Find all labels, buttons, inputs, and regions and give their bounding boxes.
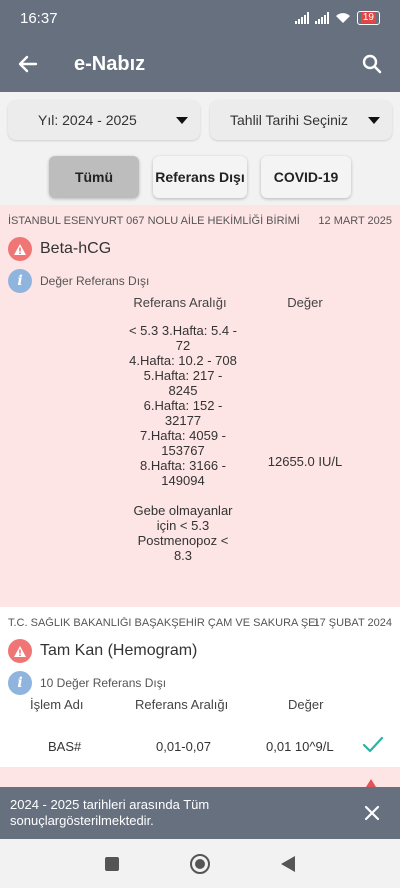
institution-name: T.C. SAĞLIK BAKANLIĞI BAŞAKŞEHİR ÇAM VE … xyxy=(8,617,318,629)
signal-icon-2 xyxy=(314,12,329,24)
search-icon xyxy=(362,54,382,74)
search-button[interactable] xyxy=(344,36,400,92)
col-test-name: İşlem Adı xyxy=(30,697,84,712)
close-icon xyxy=(364,805,380,821)
year-select[interactable]: Yıl: 2024 - 2025 xyxy=(8,100,200,140)
result-date: 12 MART 2025 xyxy=(318,215,392,227)
test-name: Tam Kan (Hemogram) xyxy=(40,642,198,659)
system-nav-bar xyxy=(0,839,400,888)
warning-icon xyxy=(8,237,32,261)
info-icon: i xyxy=(8,269,32,293)
check-icon xyxy=(362,736,384,753)
row-value: 0,01 10^9/L xyxy=(266,739,334,754)
test-name: Beta-hCG xyxy=(40,240,112,257)
battery-icon: 19 xyxy=(356,11,380,25)
info-text: Değer Referans Dışı xyxy=(40,274,150,288)
institution-name: İSTANBUL ESENYURT 067 NOLU AİLE HEKİMLİĞ… xyxy=(8,215,300,227)
info-row: i Değer Referans Dışı xyxy=(0,261,400,293)
result-card[interactable]: İSTANBUL ESENYURT 067 NOLU AİLE HEKİMLİĞ… xyxy=(0,205,400,607)
warning-icon xyxy=(8,639,32,663)
date-select-value: Tahlil Tarihi Seçiniz xyxy=(230,112,349,128)
status-time: 16:37 xyxy=(20,9,58,27)
app-bar: e-Nabız xyxy=(0,36,400,92)
col-value: Değer xyxy=(288,697,324,712)
page-title: e-Nabız xyxy=(74,52,146,75)
test-title: Tam Kan (Hemogram) xyxy=(0,629,400,663)
col-reference-range: Referans Aralığı xyxy=(135,697,229,712)
filter-chips: Tümü Referans Dışı COVID-19 xyxy=(0,156,400,198)
test-title: Beta-hCG xyxy=(0,227,400,261)
battery-level: 19 xyxy=(360,12,376,23)
date-select[interactable]: Tahlil Tarihi Seçiniz xyxy=(210,100,392,140)
home-button[interactable] xyxy=(189,853,211,875)
wifi-icon xyxy=(335,13,350,23)
next-result-card[interactable] xyxy=(0,767,400,787)
info-row: i 10 Değer Referans Dışı xyxy=(0,663,400,695)
col-reference-range: Referans Aralığı xyxy=(133,295,227,310)
result-card[interactable]: T.C. SAĞLIK BAKANLIĞI BAŞAKŞEHİR ÇAM VE … xyxy=(0,607,400,727)
result-value: 12655.0 IU/L xyxy=(267,454,343,469)
snackbar: 2024 - 2025 tarihleri arasında Tüm sonuç… xyxy=(0,787,400,839)
arrow-left-icon xyxy=(18,55,38,73)
year-select-value: Yıl: 2024 - 2025 xyxy=(38,112,137,128)
snackbar-message: 2024 - 2025 tarihleri arasında Tüm sonuç… xyxy=(10,797,210,828)
chip-all[interactable]: Tümü xyxy=(49,156,139,198)
back-nav-button[interactable] xyxy=(280,855,296,873)
back-button[interactable] xyxy=(0,36,56,92)
row-name: BAS# xyxy=(48,739,82,754)
caret-down-icon xyxy=(368,116,380,124)
col-value: Değer xyxy=(287,295,323,310)
info-text: 10 Değer Referans Dışı xyxy=(40,676,167,690)
caret-down-icon xyxy=(176,116,188,124)
card-header: T.C. SAĞLIK BAKANLIĞI BAŞAKŞEHİR ÇAM VE … xyxy=(0,607,400,629)
recents-button[interactable] xyxy=(104,856,120,872)
status-icons: 19 xyxy=(294,11,380,25)
status-bar: 16:37 19 xyxy=(0,0,400,36)
table-row[interactable]: BAS# 0,01-0,07 0,01 10^9/L xyxy=(0,727,400,767)
close-button[interactable] xyxy=(354,795,390,831)
chip-covid[interactable]: COVID-19 xyxy=(261,156,351,198)
result-date: 17 ŞUBAT 2024 xyxy=(313,617,392,629)
signal-icon xyxy=(294,12,309,24)
row-range: 0,01-0,07 xyxy=(156,739,211,754)
card-header: İSTANBUL ESENYURT 067 NOLU AİLE HEKİMLİĞ… xyxy=(0,205,400,227)
warning-icon xyxy=(366,779,376,787)
filters: Yıl: 2024 - 2025 Tahlil Tarihi Seçiniz xyxy=(8,100,392,140)
reference-range-text: < 5.3 3.Hafta: 5.4 - 72 4.Hafta: 10.2 - … xyxy=(128,323,238,563)
chip-out-of-range[interactable]: Referans Dışı xyxy=(153,156,247,198)
info-icon: i xyxy=(8,671,32,695)
